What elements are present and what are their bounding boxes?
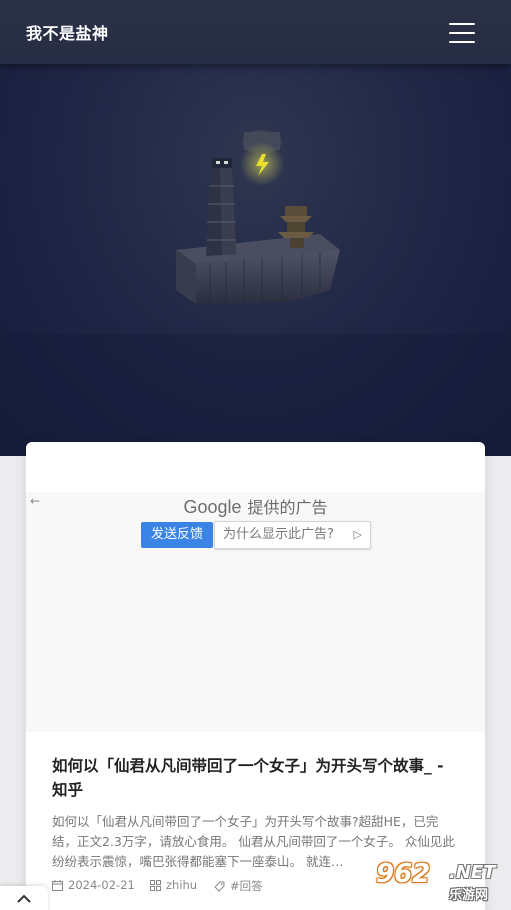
ad-frame: ← Google 提供的广告 发送反馈 为什么显示此广告? ▷ <box>26 492 485 732</box>
calendar-icon <box>52 880 63 891</box>
post-source[interactable]: zhihu <box>150 878 197 892</box>
top-navigation-bar: 我不是盐神 <box>0 0 511 64</box>
send-feedback-button[interactable]: 发送反馈 <box>141 522 213 548</box>
play-triangle-icon: ▷ <box>353 528 362 541</box>
post-card: ← Google 提供的广告 发送反馈 为什么显示此广告? ▷ 如何以「仙君从凡间… <box>26 442 485 910</box>
post-date: 2024-02-21 <box>52 878 135 892</box>
post-tag[interactable]: #回答 <box>214 878 263 894</box>
site-title[interactable]: 我不是盐神 <box>26 20 109 44</box>
floating-island-illustration <box>0 130 511 456</box>
why-this-ad-label: 为什么显示此广告? <box>223 527 334 542</box>
watermark-cn: 乐游网 <box>449 888 489 903</box>
post-title[interactable]: 如何以「仙君从凡间带回了一个女子」为开头写个故事_ - 知乎 <box>52 754 462 802</box>
watermark-net: .NET <box>449 862 496 883</box>
post-source-text: zhihu <box>166 878 198 892</box>
hamburger-menu-icon[interactable] <box>446 20 478 46</box>
ad-provider-label: Google 提供的广告 <box>26 494 485 518</box>
chevron-up-icon <box>17 894 31 903</box>
watermark-number: 962 <box>376 859 431 889</box>
scroll-to-top-button[interactable] <box>0 886 48 910</box>
grid-category-icon <box>150 880 161 891</box>
post-tag-text: #回答 <box>230 879 263 893</box>
tag-icon <box>214 881 225 892</box>
page: 我不是盐神 ← Google 提供的广告 发送反馈 为什么显示此广告? ▷ 如何以… <box>0 0 511 910</box>
post-date-text: 2024-02-21 <box>68 878 135 892</box>
site-watermark-logo: 962 .NET 乐游网 <box>371 859 507 904</box>
ad-provided-text: 提供的广告 <box>247 498 328 517</box>
hero-banner: 我不是盐神 <box>0 0 511 456</box>
why-this-ad-button[interactable]: 为什么显示此广告? ▷ <box>214 521 371 549</box>
google-logo: Google <box>183 497 242 517</box>
